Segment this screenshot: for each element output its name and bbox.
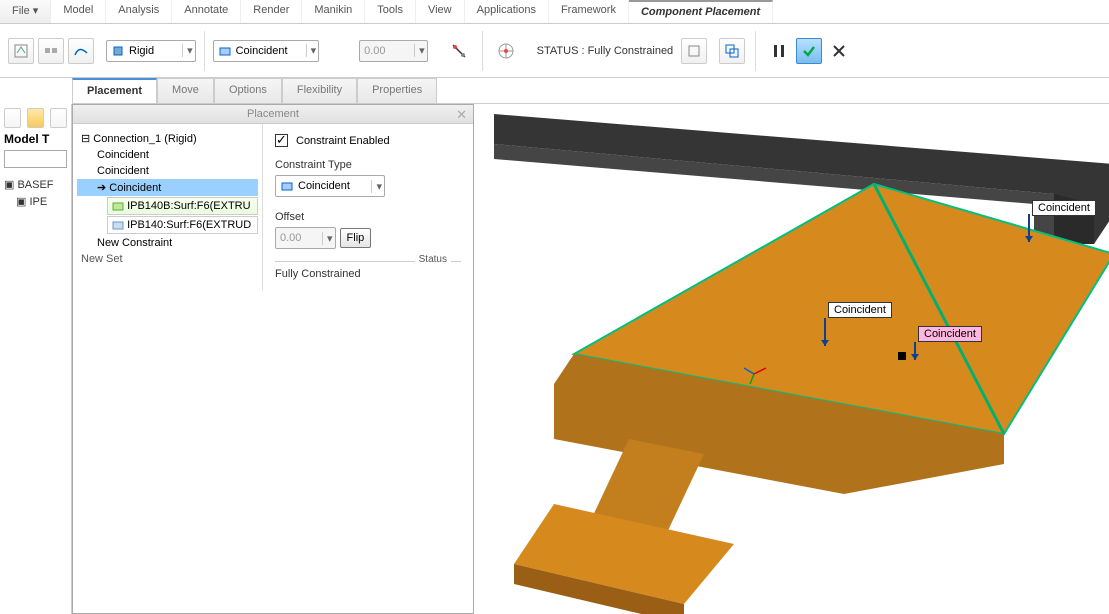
constraint-type-dropdown[interactable]: Coincident ▾ [213, 40, 320, 62]
connection-node[interactable]: ⊟ Connection_1 (Rigid) [77, 130, 258, 147]
new-set[interactable]: New Set [77, 251, 258, 267]
callout-coincident: Coincident [828, 302, 892, 318]
layers-icon[interactable] [50, 108, 67, 128]
model-tree-panel: Model T ▣ BASEF ▣ IPE [0, 104, 72, 614]
chevron-down-icon: ▾ [182, 44, 193, 57]
rigid-dropdown[interactable]: Rigid ▾ [106, 40, 196, 62]
3d-viewport[interactable]: Coincident Coincident Coincident [474, 104, 1109, 614]
chevron-down-icon: ▾ [414, 44, 425, 57]
constraint-type-select[interactable]: Coincident ▾ [275, 175, 385, 197]
tab-options[interactable]: Options [214, 78, 282, 103]
offset-input[interactable]: 0.00 ▾ [275, 227, 336, 249]
tree-view-icon[interactable] [4, 108, 21, 128]
menu-component-placement[interactable]: Component Placement [629, 0, 773, 23]
menu-applications[interactable]: Applications [465, 0, 549, 23]
tab-flexibility[interactable]: Flexibility [282, 78, 357, 103]
coincident-label: Coincident [236, 45, 288, 57]
callout-coincident: Coincident [1032, 200, 1096, 216]
reference-item[interactable]: IPB140:Surf:F6(EXTRUD [107, 216, 258, 234]
offset-value: 0.00 [364, 45, 408, 57]
status-info-button[interactable] [681, 38, 707, 64]
tab-placement[interactable]: Placement [72, 78, 157, 103]
cancel-button[interactable] [826, 38, 852, 64]
coincident-icon [218, 44, 232, 58]
constraint-enabled-checkbox[interactable]: Constraint Enabled [275, 134, 461, 147]
constraint-item[interactable]: Coincident [77, 147, 258, 163]
main-menubar: File ▾ Model Analysis Annotate Render Ma… [0, 0, 1109, 24]
folder-icon[interactable] [27, 108, 44, 128]
new-constraint[interactable]: New Constraint [77, 235, 258, 251]
manual-button[interactable] [68, 38, 94, 64]
menu-analysis[interactable]: Analysis [106, 0, 172, 23]
drag-button[interactable] [493, 38, 519, 64]
apply-button[interactable] [796, 38, 822, 64]
close-icon[interactable]: ✕ [456, 107, 467, 123]
user-defined-button[interactable] [8, 38, 34, 64]
status-label: STATUS : Fully Constrained [537, 45, 674, 57]
flip-orientation-button[interactable] [446, 38, 472, 64]
panel-title: Placement ✕ [73, 105, 473, 124]
rigid-icon [111, 44, 125, 58]
model-tree-title: Model T [4, 132, 67, 146]
tree-node-basef[interactable]: ▣ BASEF [4, 176, 67, 193]
menu-manikin[interactable]: Manikin [302, 0, 365, 23]
menu-framework[interactable]: Framework [549, 0, 629, 23]
ribbon-toolbar: Rigid ▾ Coincident ▾ 0.00 ▾ STATUS : Ful… [0, 24, 1109, 78]
constraint-item-selected[interactable]: ➔ Coincident [77, 179, 258, 196]
pause-button[interactable] [766, 38, 792, 64]
checkbox-icon [275, 134, 288, 147]
menu-annotate[interactable]: Annotate [172, 0, 241, 23]
constraint-type-label: Constraint Type [275, 159, 461, 171]
tab-move[interactable]: Move [157, 78, 214, 103]
tab-properties[interactable]: Properties [357, 78, 437, 103]
menu-render[interactable]: Render [241, 0, 302, 23]
callout-coincident-active: Coincident [918, 326, 982, 342]
coincident-icon [280, 179, 294, 193]
interface-button[interactable] [38, 38, 64, 64]
chevron-down-icon: ▾ [306, 44, 317, 57]
placement-panel: Placement ✕ ⊟ Connection_1 (Rigid) Coinc… [72, 104, 474, 614]
offset-label: Offset [275, 211, 461, 223]
flip-button[interactable]: Flip [340, 228, 372, 248]
constraint-tree: ⊟ Connection_1 (Rigid) Coincident Coinci… [73, 124, 263, 290]
tree-node-ipe[interactable]: ▣ IPE [4, 193, 67, 210]
menu-view[interactable]: View [416, 0, 465, 23]
separate-window-button[interactable] [719, 38, 745, 64]
chevron-down-icon: ▾ [322, 232, 333, 245]
tree-search-input[interactable] [4, 150, 67, 168]
offset-value-input[interactable]: 0.00 ▾ [359, 40, 428, 62]
menu-file[interactable]: File ▾ [0, 0, 51, 23]
menu-tools[interactable]: Tools [365, 0, 416, 23]
chevron-down-icon: ▾ [371, 180, 382, 193]
constraint-item[interactable]: Coincident [77, 163, 258, 179]
reference-item[interactable]: IPB140B:Surf:F6(EXTRU [107, 197, 258, 215]
placement-subtabs: Placement Move Options Flexibility Prope… [72, 78, 1109, 104]
menu-model[interactable]: Model [51, 0, 106, 23]
rigid-label: Rigid [129, 45, 154, 57]
status-divider: Status [275, 261, 461, 262]
